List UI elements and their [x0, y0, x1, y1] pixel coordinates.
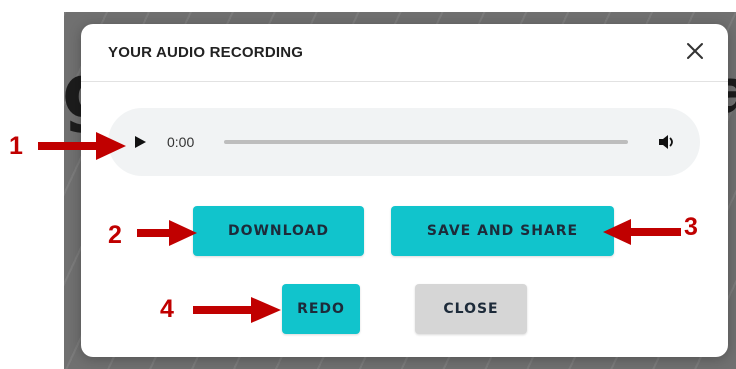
close-x-icon[interactable]	[684, 40, 706, 62]
download-button[interactable]: DOWNLOAD	[193, 206, 364, 256]
annotation-number-4: 4	[160, 295, 174, 323]
annotation-number-2: 2	[108, 221, 122, 249]
audio-player: 0:00	[108, 108, 700, 176]
annotation-arrow-3	[603, 219, 681, 245]
annotation-arrow-4	[193, 297, 281, 323]
redo-button[interactable]: REDO	[282, 284, 360, 334]
current-time: 0:00	[167, 134, 195, 150]
save-and-share-button[interactable]: SAVE AND SHARE	[391, 206, 614, 256]
play-icon[interactable]	[133, 135, 147, 149]
progress-bar[interactable]	[224, 140, 628, 144]
annotation-arrow-2	[137, 220, 197, 246]
dialog-title: YOUR AUDIO RECORDING	[108, 44, 304, 61]
close-button[interactable]: CLOSE	[415, 284, 527, 334]
dialog-header: YOUR AUDIO RECORDING	[81, 24, 728, 82]
annotation-number-3: 3	[684, 213, 698, 241]
annotation-arrow-1	[38, 132, 126, 160]
annotation-number-1: 1	[9, 132, 23, 160]
volume-icon[interactable]	[658, 133, 676, 151]
audio-recording-dialog: YOUR AUDIO RECORDING 0:00 DOWNLOAD SAVE …	[81, 24, 728, 357]
